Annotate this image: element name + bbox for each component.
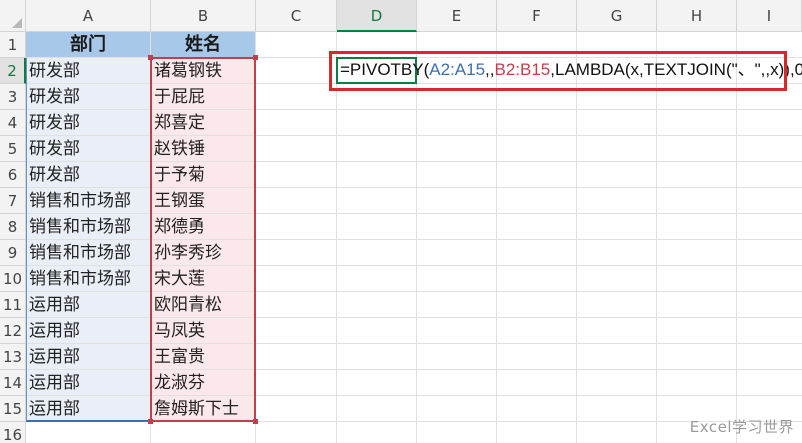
- column-header-i[interactable]: I: [737, 0, 802, 32]
- cell-b4-name[interactable]: 郑喜定: [151, 110, 255, 135]
- row-header-6[interactable]: 6: [0, 162, 26, 188]
- formula-separator: ,,: [485, 60, 495, 79]
- formula-ref-b2-b15: B2:B15: [494, 60, 551, 79]
- column-header-e[interactable]: E: [417, 0, 497, 32]
- row-header-7[interactable]: 7: [0, 188, 26, 214]
- spreadsheet-grid[interactable]: ABCDEFGHI 1 2 3 4 5 6 7 8 9 10 11 12 13 14 15 16 部门 姓名 研发…: [0, 0, 802, 443]
- column-header-b[interactable]: B: [151, 0, 256, 32]
- cell-b3-name[interactable]: 于屁屁: [151, 84, 255, 109]
- row-header-5[interactable]: 5: [0, 136, 26, 162]
- row-header-14[interactable]: 14: [0, 370, 26, 396]
- gridline-horizontal: [26, 421, 802, 422]
- select-all-triangle-icon: [12, 18, 22, 28]
- column-header-a[interactable]: A: [26, 0, 151, 32]
- row-header-12[interactable]: 12: [0, 318, 26, 344]
- row-header-4[interactable]: 4: [0, 110, 26, 136]
- cell-a7-department[interactable]: 销售和市场部: [26, 188, 150, 213]
- cell-b1-name-header[interactable]: 姓名: [151, 32, 255, 57]
- cell-b14-name[interactable]: 龙淑芬: [151, 370, 255, 395]
- cell-b15-name[interactable]: 詹姆斯下士: [151, 396, 255, 421]
- range-handle-bottom-right[interactable]: [253, 419, 258, 424]
- row-header-11[interactable]: 11: [0, 292, 26, 318]
- cell-a4-department[interactable]: 研发部: [26, 110, 150, 135]
- gridline-vertical: [336, 32, 337, 443]
- gridline-vertical: [736, 32, 737, 443]
- row-header-2[interactable]: 2: [0, 58, 26, 84]
- range-handle-top-left[interactable]: [148, 55, 153, 60]
- column-header-c[interactable]: C: [256, 0, 337, 32]
- formula-prefix: =PIVOTBY(: [340, 60, 430, 79]
- row-header-1[interactable]: 1: [0, 32, 26, 58]
- cell-a11-department[interactable]: 运用部: [26, 292, 150, 317]
- formula-ref-a2-a15: A2:A15: [429, 60, 486, 79]
- cell-b7-name[interactable]: 王钢蛋: [151, 188, 255, 213]
- cell-a3-department[interactable]: 研发部: [26, 84, 150, 109]
- cell-b11-name[interactable]: 欧阳青松: [151, 292, 255, 317]
- row-header-16[interactable]: 16: [0, 422, 26, 443]
- cell-a5-department[interactable]: 研发部: [26, 136, 150, 161]
- gridline-vertical: [416, 32, 417, 443]
- cell-a8-department[interactable]: 销售和市场部: [26, 214, 150, 239]
- cell-b6-name[interactable]: 于予菊: [151, 162, 255, 187]
- range-handle-top-right[interactable]: [253, 55, 258, 60]
- row-header-3[interactable]: 3: [0, 84, 26, 110]
- select-all-button[interactable]: [0, 0, 26, 32]
- row-header-9[interactable]: 9: [0, 240, 26, 266]
- cell-a13-department[interactable]: 运用部: [26, 344, 150, 369]
- cell-a10-department[interactable]: 销售和市场部: [26, 266, 150, 291]
- cell-a14-department[interactable]: 运用部: [26, 370, 150, 395]
- gridline-vertical: [656, 32, 657, 443]
- row-header-13[interactable]: 13: [0, 344, 26, 370]
- cell-a1-department-header[interactable]: 部门: [26, 32, 150, 57]
- formula-suffix: ,LAMBDA(x,TEXTJOIN("、",,x)),0,0): [550, 60, 802, 79]
- range-handle-bottom-left[interactable]: [148, 419, 153, 424]
- cell-b2-name[interactable]: 诸葛钢铁: [151, 58, 255, 83]
- column-header-d[interactable]: D: [337, 0, 417, 32]
- row-header-15[interactable]: 15: [0, 396, 26, 422]
- cell-formula-d2[interactable]: =PIVOTBY(A2:A15,,B2:B15,LAMBDA(x,TEXTJOI…: [340, 58, 802, 82]
- cell-a2-department[interactable]: 研发部: [26, 58, 150, 83]
- column-header-h[interactable]: H: [657, 0, 737, 32]
- cell-b9-name[interactable]: 孙李秀珍: [151, 240, 255, 265]
- cell-a12-department[interactable]: 运用部: [26, 318, 150, 343]
- gridline-vertical: [255, 32, 256, 443]
- watermark-text: Excel学习世界: [689, 418, 794, 436]
- cell-a9-department[interactable]: 销售和市场部: [26, 240, 150, 265]
- gridline-vertical: [576, 32, 577, 443]
- cell-b5-name[interactable]: 赵铁锤: [151, 136, 255, 161]
- cell-a6-department[interactable]: 研发部: [26, 162, 150, 187]
- row-header-10[interactable]: 10: [0, 266, 26, 292]
- cell-b13-name[interactable]: 王富贵: [151, 344, 255, 369]
- column-header-g[interactable]: G: [577, 0, 657, 32]
- cell-a15-department[interactable]: 运用部: [26, 396, 150, 421]
- row-header-8[interactable]: 8: [0, 214, 26, 240]
- cell-b8-name[interactable]: 郑德勇: [151, 214, 255, 239]
- cell-b10-name[interactable]: 宋大莲: [151, 266, 255, 291]
- cell-b12-name[interactable]: 马凤英: [151, 318, 255, 343]
- gridline-vertical: [496, 32, 497, 443]
- column-header-f[interactable]: F: [497, 0, 577, 32]
